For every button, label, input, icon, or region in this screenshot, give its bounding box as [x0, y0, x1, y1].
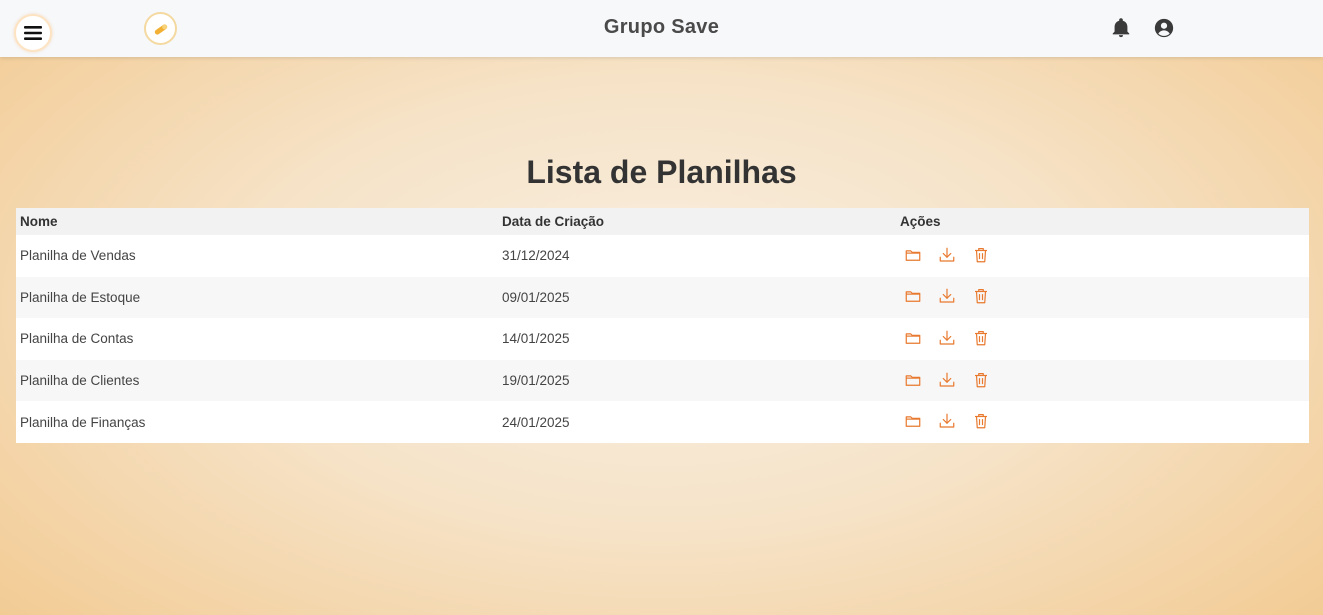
cell-date: 09/01/2025	[498, 276, 896, 319]
delete-button[interactable]	[972, 412, 992, 432]
cell-date: 14/01/2025	[498, 318, 896, 360]
cell-name: Planilha de Contas	[16, 318, 498, 360]
cell-actions	[896, 235, 1309, 277]
folder-icon	[905, 416, 921, 428]
download-icon	[939, 247, 955, 262]
row-actions	[900, 287, 1305, 307]
cell-actions	[896, 359, 1309, 402]
download-button[interactable]	[938, 246, 958, 266]
cell-actions	[896, 401, 1309, 443]
download-icon	[939, 372, 955, 387]
cell-date: 24/01/2025	[498, 401, 896, 443]
table-row[interactable]: Planilha de Estoque 09/01/2025	[16, 276, 1309, 319]
download-button[interactable]	[938, 287, 958, 307]
cell-name: Planilha de Clientes	[16, 359, 498, 402]
download-button[interactable]	[938, 329, 958, 349]
download-icon	[939, 413, 955, 428]
download-button[interactable]	[938, 371, 958, 391]
open-button[interactable]	[904, 371, 924, 391]
folder-icon	[905, 374, 921, 386]
trash-icon	[975, 414, 987, 429]
row-actions	[900, 371, 1305, 391]
trash-icon	[975, 331, 987, 346]
row-actions	[900, 329, 1305, 349]
delete-button[interactable]	[972, 329, 992, 349]
row-actions	[900, 246, 1305, 266]
account-button[interactable]	[1153, 17, 1175, 39]
bell-icon	[1112, 18, 1130, 38]
column-header-name: Nome	[16, 208, 498, 235]
top-bar: Grupo Save	[0, 0, 1323, 57]
column-header-date: Data de Criação	[498, 208, 896, 235]
table-row[interactable]: Planilha de Vendas 31/12/2024	[16, 235, 1309, 277]
download-button[interactable]	[938, 412, 958, 432]
spreadsheets-table: Nome Data de Criação Ações Planilha de V…	[16, 208, 1309, 443]
trash-icon	[975, 372, 987, 387]
download-icon	[939, 289, 955, 303]
delete-button[interactable]	[972, 287, 992, 307]
table-row[interactable]: Planilha de Clientes 19/01/2025	[16, 359, 1309, 402]
table-row[interactable]: Planilha de Contas 14/01/2025	[16, 318, 1309, 360]
cell-date: 31/12/2024	[498, 235, 896, 277]
page-title: Lista de Planilhas	[526, 154, 797, 190]
download-icon	[939, 330, 955, 345]
cell-name: Planilha de Vendas	[16, 235, 498, 277]
table-row[interactable]: Planilha de Finanças 24/01/2025	[16, 401, 1309, 443]
open-button[interactable]	[904, 412, 924, 432]
cell-date: 19/01/2025	[498, 359, 896, 402]
delete-button[interactable]	[972, 371, 992, 391]
folder-icon	[905, 250, 921, 261]
column-header-actions: Ações	[896, 208, 1309, 235]
notifications-button[interactable]	[1110, 17, 1132, 39]
cell-name: Planilha de Finanças	[16, 401, 498, 443]
cell-actions	[896, 276, 1309, 319]
open-button[interactable]	[904, 246, 924, 266]
cell-name: Planilha de Estoque	[16, 276, 498, 319]
open-button[interactable]	[904, 329, 924, 349]
row-actions	[900, 412, 1305, 432]
cell-actions	[896, 318, 1309, 360]
table-header-row: Nome Data de Criação Ações	[16, 208, 1309, 235]
open-button[interactable]	[904, 287, 924, 307]
trash-icon	[975, 247, 987, 263]
user-circle-icon	[1154, 18, 1174, 38]
delete-button[interactable]	[972, 246, 992, 266]
trash-icon	[975, 289, 987, 304]
folder-icon	[905, 333, 921, 344]
folder-icon	[905, 291, 921, 303]
